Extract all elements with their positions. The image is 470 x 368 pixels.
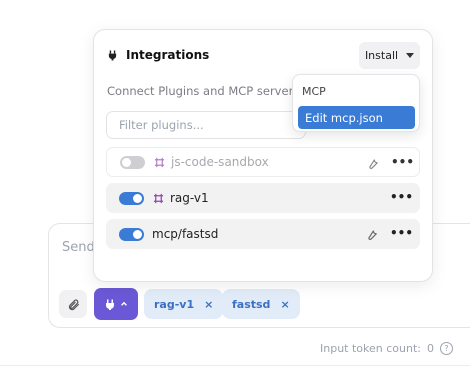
close-icon[interactable]: × (204, 298, 213, 311)
plugin-name: rag-v1 (170, 191, 209, 205)
plugin-name: js-code-sandbox (171, 155, 269, 169)
install-label: Install (364, 49, 399, 62)
paperclip-icon (68, 299, 79, 310)
token-count: Input token count: 0 ? (320, 342, 453, 355)
plugin-toggle[interactable] (119, 227, 144, 241)
plugin-name: mcp/fastsd (152, 227, 219, 241)
plugin-row-js-code-sandbox[interactable]: js-code-sandbox ••• (106, 147, 420, 177)
help-icon[interactable]: ? (439, 342, 453, 355)
install-dropdown-menu: MCP Edit mcp.json (292, 74, 420, 132)
plugin-toggle[interactable] (120, 155, 145, 169)
chip-label: rag-v1 (154, 297, 195, 311)
chip-label: fastsd (232, 297, 271, 311)
more-icon[interactable]: ••• (391, 155, 414, 169)
wrench-icon[interactable] (366, 156, 380, 170)
popover-description: Connect Plugins and MCP servers to (107, 84, 315, 98)
attach-button[interactable] (59, 290, 87, 318)
composer-placeholder: Send (62, 240, 95, 255)
close-icon[interactable]: × (280, 298, 289, 311)
popover-header: Integrations (107, 48, 209, 62)
filter-plugins-input[interactable] (106, 111, 306, 139)
plugin-row-mcp-fastsd[interactable]: mcp/fastsd ••• (106, 219, 420, 249)
plug-icon (106, 299, 114, 310)
plug-icon (108, 49, 117, 61)
install-dropdown-button[interactable]: Install (359, 42, 420, 69)
integrations-button[interactable] (94, 288, 138, 320)
more-icon[interactable]: ••• (390, 226, 413, 240)
popover-title: Integrations (126, 48, 210, 62)
more-icon[interactable]: ••• (390, 190, 413, 204)
divider (0, 365, 470, 366)
token-count-label: Input token count: (320, 342, 421, 355)
plugin-chip-rag-v1[interactable]: rag-v1 × (144, 289, 224, 319)
wrench-icon[interactable] (365, 227, 379, 241)
puzzle-icon (152, 192, 164, 204)
chevron-down-icon (406, 53, 415, 58)
plugin-row-rag-v1[interactable]: rag-v1 ••• (106, 183, 420, 213)
puzzle-icon (153, 156, 165, 168)
plugin-chip-fastsd[interactable]: fastsd × (222, 289, 300, 319)
menu-section-label: MCP (302, 85, 326, 98)
integrations-popover: Integrations Install Connect Plugins and… (93, 29, 433, 282)
plugin-toggle[interactable] (119, 191, 144, 205)
token-count-value: 0 (426, 342, 434, 355)
chevron-up-icon (121, 301, 127, 306)
edit-mcp-json-item[interactable]: Edit mcp.json (298, 106, 415, 129)
